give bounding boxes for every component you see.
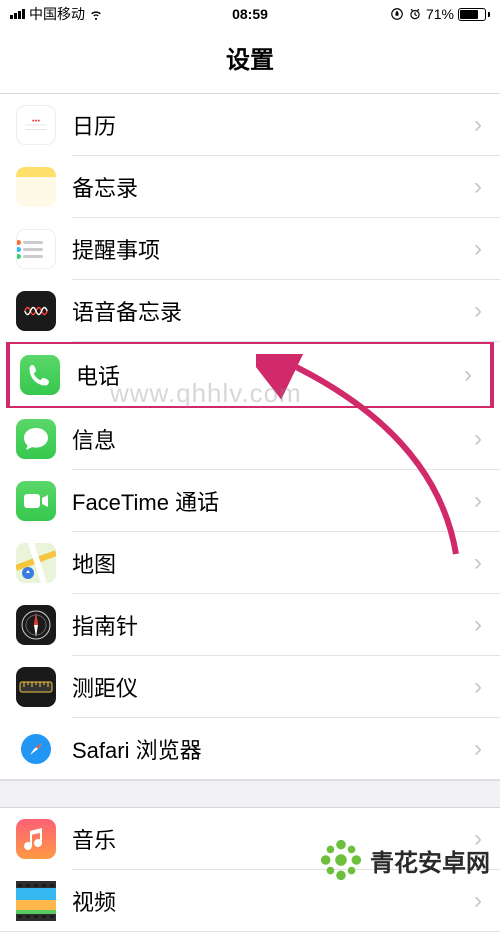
row-voice-memos[interactable]: 语音备忘录 ›	[0, 280, 500, 342]
chevron-right-icon: ›	[474, 425, 482, 453]
row-label: 地图	[72, 547, 474, 579]
row-video[interactable]: 视频 ›	[0, 870, 500, 932]
maps-icon	[16, 543, 56, 583]
safari-icon	[16, 729, 56, 769]
chevron-right-icon: ›	[474, 487, 482, 515]
status-left: 中国移动	[10, 4, 103, 24]
chevron-right-icon: ›	[474, 235, 482, 263]
chevron-right-icon: ›	[474, 111, 482, 139]
row-label: FaceTime 通话	[72, 485, 474, 517]
svg-text:●●●: ●●●	[32, 118, 40, 123]
row-label: 音乐	[72, 823, 474, 855]
phone-icon	[20, 355, 60, 395]
messages-icon	[16, 419, 56, 459]
status-time: 08:59	[232, 6, 268, 22]
facetime-icon	[16, 481, 56, 521]
row-calendar[interactable]: ●●● 日历 ›	[0, 94, 500, 156]
chevron-right-icon: ›	[474, 173, 482, 201]
signal-icon	[10, 9, 25, 19]
video-icon	[16, 881, 56, 921]
row-safari[interactable]: Safari 浏览器 ›	[0, 718, 500, 780]
row-label: 信息	[72, 423, 474, 455]
row-label: 备忘录	[72, 171, 474, 203]
voice-memos-icon	[16, 291, 56, 331]
battery-percent: 71%	[426, 6, 454, 22]
battery-icon	[458, 8, 490, 21]
reminders-icon	[16, 229, 56, 269]
row-music[interactable]: 音乐 ›	[0, 808, 500, 870]
row-measure[interactable]: 测距仪 ›	[0, 656, 500, 718]
settings-group-2: 音乐 › 视频 ›	[0, 808, 500, 932]
music-icon	[16, 819, 56, 859]
measure-icon	[16, 667, 56, 707]
row-facetime[interactable]: FaceTime 通话 ›	[0, 470, 500, 532]
notes-icon	[16, 167, 56, 207]
status-right: 71%	[390, 6, 490, 22]
chevron-right-icon: ›	[474, 673, 482, 701]
chevron-right-icon: ›	[474, 735, 482, 763]
row-label: 日历	[72, 109, 474, 141]
row-label: 测距仪	[72, 671, 474, 703]
orientation-lock-icon	[390, 7, 404, 21]
row-label: 提醒事项	[72, 233, 474, 265]
chevron-right-icon: ›	[474, 611, 482, 639]
row-label: 语音备忘录	[72, 295, 474, 327]
group-separator	[0, 780, 500, 808]
page-title: 设置	[0, 40, 500, 75]
wifi-icon	[89, 7, 103, 21]
alarm-icon	[408, 7, 422, 21]
status-bar: 中国移动 08:59 71%	[0, 0, 500, 28]
calendar-icon: ●●●	[16, 105, 56, 145]
row-compass[interactable]: 指南针 ›	[0, 594, 500, 656]
row-phone[interactable]: 电话 ›	[10, 344, 490, 406]
nav-header: 设置	[0, 28, 500, 94]
chevron-right-icon: ›	[474, 549, 482, 577]
row-label: 电话	[76, 359, 464, 391]
chevron-right-icon: ›	[464, 361, 472, 389]
compass-icon	[16, 605, 56, 645]
carrier-label: 中国移动	[29, 4, 85, 24]
row-label: Safari 浏览器	[72, 733, 474, 765]
annotation-highlight: 电话 ›	[6, 340, 494, 410]
chevron-right-icon: ›	[474, 887, 482, 915]
row-reminders[interactable]: 提醒事项 ›	[0, 218, 500, 280]
row-notes[interactable]: 备忘录 ›	[0, 156, 500, 218]
row-messages[interactable]: 信息 ›	[0, 408, 500, 470]
settings-group-1: ●●● 日历 › 备忘录 › 提醒事项 › 语音备忘录 › 电话 ›	[0, 94, 500, 780]
chevron-right-icon: ›	[474, 297, 482, 325]
chevron-right-icon: ›	[474, 825, 482, 853]
row-label: 视频	[72, 885, 474, 917]
row-label: 指南针	[72, 609, 474, 641]
row-maps[interactable]: 地图 ›	[0, 532, 500, 594]
